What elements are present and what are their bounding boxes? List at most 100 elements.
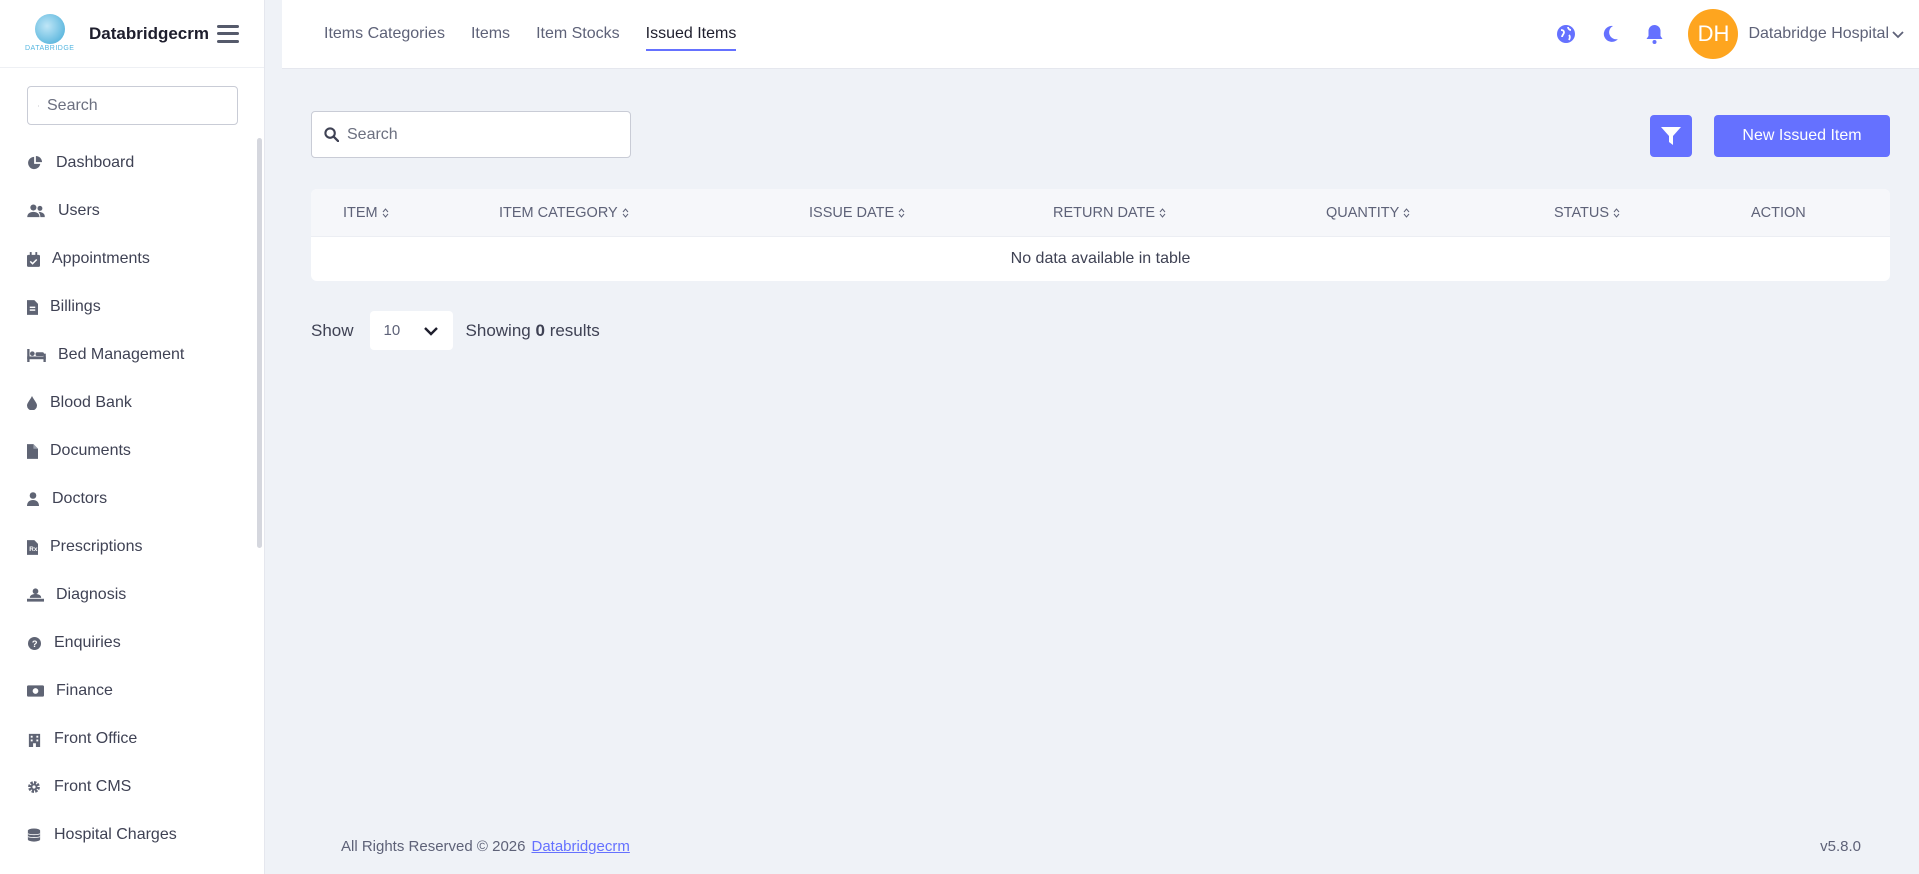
sidebar-item-label: Appointments [52,250,150,267]
user-name: Databridge Hospital [1748,25,1889,42]
brand-name: Databridgecrm [89,23,209,43]
tab-items[interactable]: Items [471,0,510,68]
coins-icon [26,827,42,843]
sidebar-item-billings[interactable]: Billings [0,283,264,331]
building-icon [26,731,42,747]
file-invoice-icon [26,299,38,315]
sidebar-item-dashboard[interactable]: Dashboard [0,139,264,187]
users-icon [26,203,46,219]
brand-logo[interactable]: DATABRIDGE [25,12,77,56]
sidebar-item-label: Blood Bank [50,394,132,411]
hamburger-menu-icon[interactable] [217,24,239,43]
sort-icon [382,208,389,218]
filter-icon [1661,127,1681,145]
sidebar-item-hospital-charges[interactable]: Hospital Charges [0,811,264,859]
sidebar-item-users[interactable]: Users [0,187,264,235]
page-size-select[interactable]: 10 [369,311,453,350]
sort-icon [1403,208,1410,218]
svg-text:?: ? [31,639,37,649]
sidebar-item-appointments[interactable]: Appointments [0,235,264,283]
footer-link[interactable]: Databridgecrm [531,838,629,855]
sidebar-item-label: Diagnosis [56,586,127,603]
sidebar-item-bed-management[interactable]: Bed Management [0,331,264,379]
prescription-icon: Rx [26,539,38,555]
brand-bar: DATABRIDGE Databridgecrm [0,0,264,68]
footer-copyright: All Rights Reserved © 2026 Databridgecrm [341,838,630,855]
user-doctor-icon [26,491,40,507]
sidebar-item-label: Billings [50,298,101,315]
tab-item-stocks[interactable]: Item Stocks [536,0,620,68]
svg-text:Rx: Rx [29,546,38,553]
sidebar-item-documents[interactable]: Documents [0,427,264,475]
table-header: ITEM ITEM CATEGORY ISSUE DATE RETURN DAT… [311,189,1890,237]
column-header-status[interactable]: STATUS [1554,189,1620,237]
column-header-action: ACTION [1751,205,1806,221]
top-header: Items Categories Items Item Stocks Issue… [282,0,1919,69]
avatar[interactable]: DH [1688,9,1739,59]
pie-chart-icon [26,155,44,171]
sidebar-item-label: Finance [56,682,113,699]
sidebar-item-finance[interactable]: Finance [0,667,264,715]
sidebar-item-diagnosis[interactable]: Diagnosis [0,571,264,619]
sidebar-item-label: Users [58,202,100,219]
search-icon [38,105,39,107]
top-tabs: Items Categories Items Item Stocks Issue… [324,0,762,68]
sidebar-item-blood-bank[interactable]: Blood Bank [0,379,264,427]
sidebar-search-input[interactable] [47,96,227,115]
show-label: Show [311,320,354,340]
gear-icon [26,779,42,795]
search-icon [324,127,339,142]
column-header-item-category[interactable]: ITEM CATEGORY [499,189,629,237]
sidebar-item-doctors[interactable]: Doctors [0,475,264,523]
sidebar-item-label: Enquiries [54,634,121,651]
sidebar-item-label: Front CMS [54,778,132,795]
sidebar-menu: Dashboard Users Appointments Billings Be… [0,139,264,859]
sidebar-item-front-cms[interactable]: Front CMS [0,763,264,811]
sidebar-item-front-office[interactable]: Front Office [0,715,264,763]
logo-text: DATABRIDGE [25,44,75,52]
sidebar-item-label: Documents [50,442,131,459]
globe-icon[interactable] [1554,22,1578,46]
column-header-return-date[interactable]: RETURN DATE [1053,189,1166,237]
sidebar-search-box [27,86,238,125]
sidebar-item-label: Bed Management [58,346,185,363]
sidebar-item-label: Doctors [52,490,108,507]
filter-button[interactable] [1650,115,1692,157]
chevron-down-icon [423,326,438,336]
results-count: 0 [535,320,545,340]
user-menu[interactable]: Databridge Hospital [1748,25,1905,43]
column-header-quantity[interactable]: QUANTITY [1326,189,1410,237]
logo-globe-icon [35,13,65,44]
sort-icon [898,208,905,218]
issued-items-table: ITEM ITEM CATEGORY ISSUE DATE RETURN DAT… [311,189,1890,281]
sort-icon [1159,208,1166,218]
tab-issued-items[interactable]: Issued Items [645,0,736,68]
money-icon [26,683,44,699]
sidebar-item-label: Hospital Charges [54,826,177,843]
sidebar-scrollbar[interactable] [257,138,262,548]
page-size-value: 10 [383,322,401,339]
header-actions: DH Databridge Hospital [1534,9,1905,59]
sidebar-item-enquiries[interactable]: ? Enquiries [0,619,264,667]
sort-icon [622,208,629,218]
new-issued-item-button[interactable]: New Issued Item [1714,115,1890,157]
app-version: v5.8.0 [1820,838,1861,855]
sidebar-item-label: Front Office [54,730,138,747]
column-header-issue-date[interactable]: ISSUE DATE [809,189,905,237]
bed-icon [26,347,46,363]
question-circle-icon: ? [26,635,42,651]
showing-results-text: Showing 0 results [465,320,600,340]
sidebar-item-prescriptions[interactable]: Rx Prescriptions [0,523,264,571]
sidebar: DATABRIDGE Databridgecrm Dashboard Users… [0,0,265,874]
tab-items-categories[interactable]: Items Categories [324,0,445,68]
moon-icon[interactable] [1598,22,1622,46]
droplet-icon [26,395,38,411]
table-search-input[interactable] [347,125,607,144]
bell-icon[interactable] [1642,22,1666,46]
column-header-item[interactable]: ITEM [343,189,389,237]
table-pager: Show 10 Showing 0 results [311,311,600,350]
sort-icon [1613,208,1620,218]
calendar-check-icon [26,251,40,267]
chevron-down-icon [1892,31,1904,39]
sidebar-item-label: Dashboard [56,154,135,171]
